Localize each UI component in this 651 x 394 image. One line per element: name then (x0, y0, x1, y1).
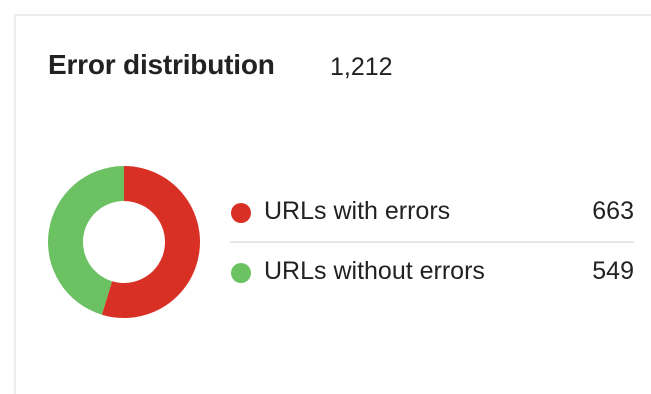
legend-item-without-errors[interactable]: URLs without errors 549 (230, 255, 634, 291)
legend-label: URLs with errors (264, 197, 451, 225)
donut-chart (47, 166, 200, 318)
legend-dot-red-icon (231, 203, 251, 223)
total-count: 1,212 (330, 53, 393, 81)
legend-value: 549 (592, 257, 634, 285)
card-title: Error distribution (48, 49, 275, 80)
legend-dot-green-icon (231, 263, 251, 283)
legend-label: URLs without errors (264, 257, 485, 285)
legend-item-with-errors[interactable]: URLs with errors 663 (230, 195, 634, 231)
legend-value: 663 (592, 197, 634, 225)
legend-divider (230, 241, 634, 243)
